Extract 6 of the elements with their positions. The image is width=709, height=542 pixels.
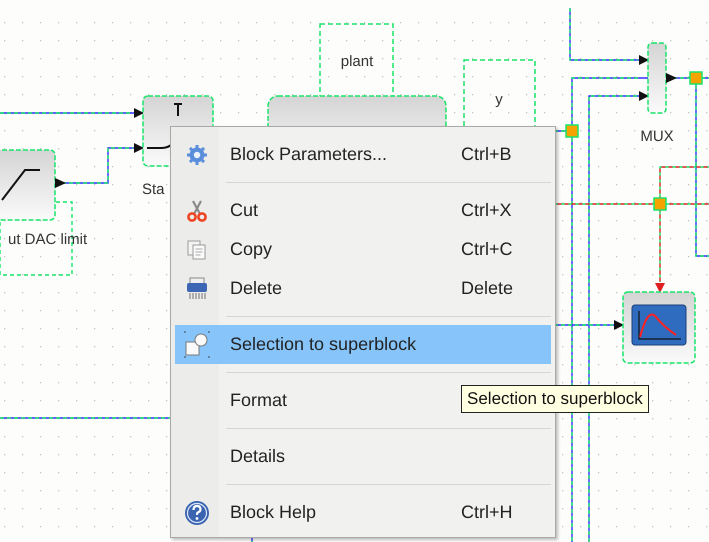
block-label: ut DAC limit (8, 231, 88, 248)
annotation-text: y (495, 91, 503, 108)
block-label: Sta (142, 181, 165, 198)
annotation-text: plant (340, 53, 374, 70)
tooltip: Selection to superblock (461, 385, 649, 413)
block-label: MUX (640, 128, 674, 145)
